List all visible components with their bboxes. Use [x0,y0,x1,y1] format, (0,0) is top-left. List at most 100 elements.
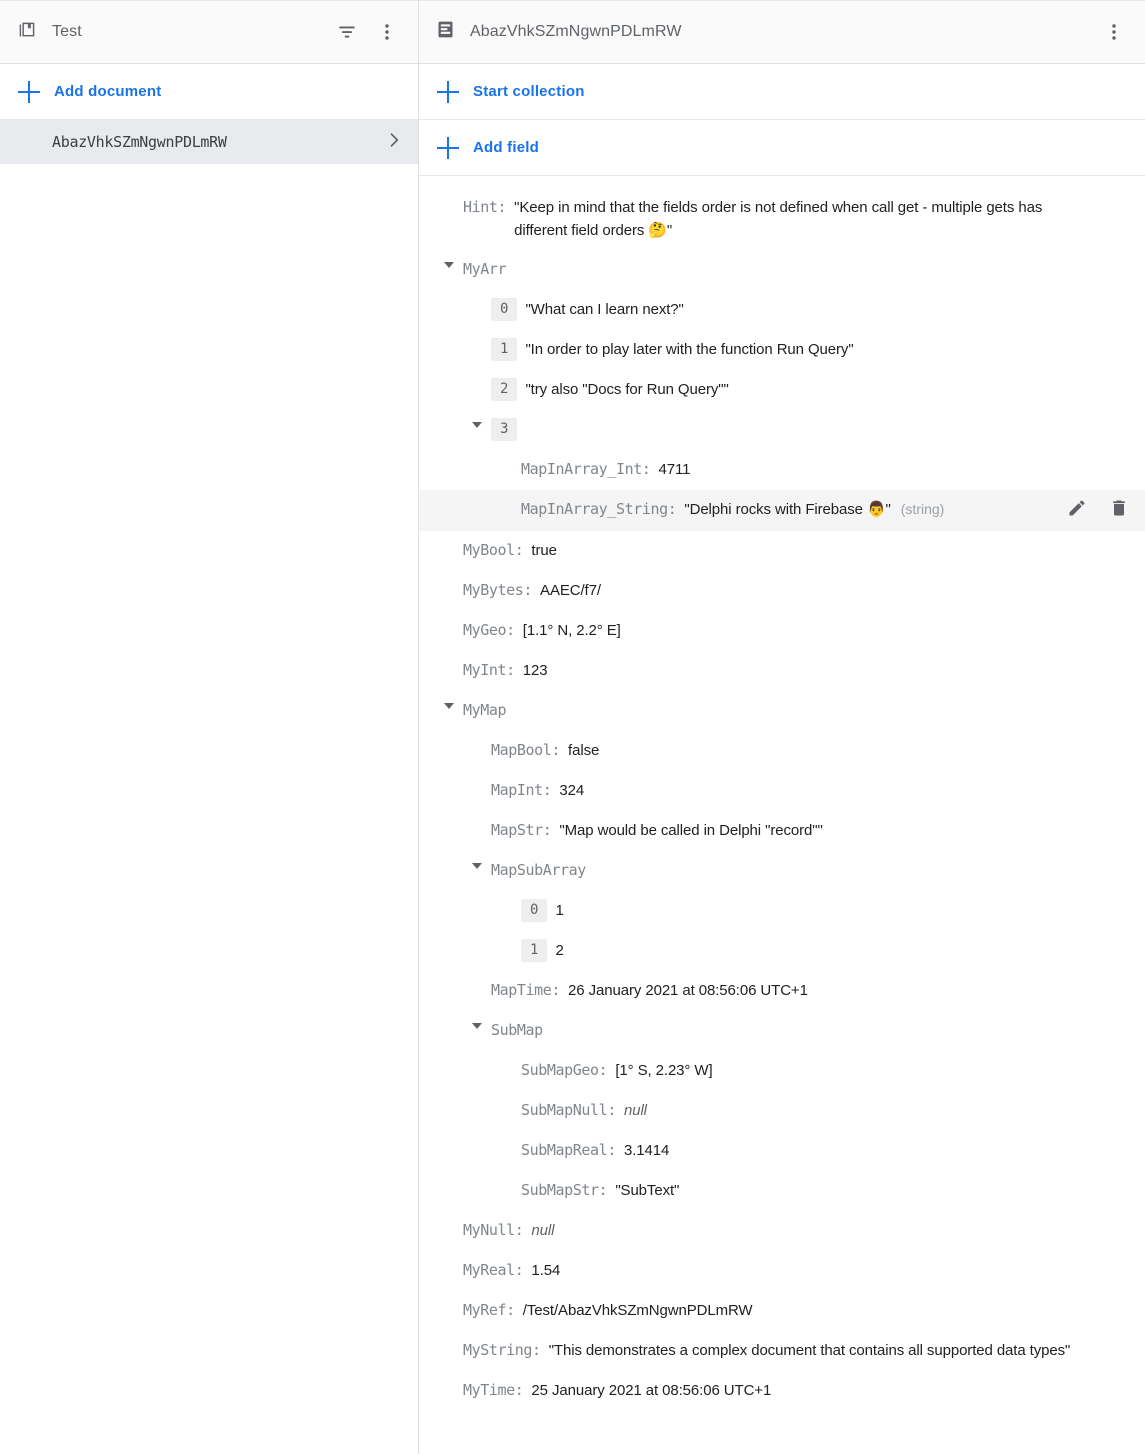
document-panel: AbazVhkSZmNgwnPDLmRW Start collection Ad… [419,0,1145,1454]
trash-icon[interactable] [1109,498,1129,523]
array-index-badge: 0 [491,298,518,321]
field-key: MapBool: [491,741,561,759]
field-key: MapInArray_String: [521,500,677,518]
field-row[interactable]: MyGeo: [1.1° N, 2.2° E] [419,611,1145,651]
start-collection-button[interactable]: Start collection [419,64,1145,120]
document-panel-header: AbazVhkSZmNgwnPDLmRW [419,0,1145,64]
field-row[interactable]: MyMap [419,691,1145,731]
expand-toggle-icon[interactable] [435,258,463,268]
field-row[interactable]: 12 [419,931,1145,971]
field-row[interactable]: Hint: "Keep in mind that the fields order… [419,188,1145,250]
field-row[interactable]: MyBool: true [419,531,1145,571]
collection-title: Test [52,23,82,40]
field-row[interactable]: MapInt: 324 [419,771,1145,811]
field-key: SubMapReal: [521,1141,616,1159]
field-value: true [531,542,557,559]
array-index-badge: 3 [491,418,518,441]
field-row[interactable]: SubMapNull: null [419,1091,1145,1131]
field-row[interactable]: SubMapStr: "SubText" [419,1171,1145,1211]
field-value: "This demonstrates a complex document th… [548,1342,1071,1359]
field-list: Hint: "Keep in mind that the fields order… [419,176,1145,1454]
collection-panel-header: Test [0,0,418,64]
field-type-label: (string) [900,501,945,517]
field-key: SubMapNull: [521,1101,616,1119]
field-key: MyArr [463,260,507,278]
expand-toggle-icon[interactable] [435,699,463,709]
field-value: 1 [555,902,564,919]
field-row[interactable]: MyRef: /Test/AbazVhkSZmNgwnPDLmRW [419,1291,1145,1331]
field-key: MapInt: [491,781,552,799]
collection-header-actions [330,15,404,49]
field-row[interactable]: MapBool: false [419,731,1145,771]
field-row[interactable]: 0 "What can I learn next?" [419,290,1145,330]
document-list-item[interactable]: AbazVhkSZmNgwnPDLmRW [0,120,418,164]
expand-toggle-icon[interactable] [463,1019,491,1029]
pencil-icon[interactable] [1067,498,1087,523]
field-row[interactable]: 3 [419,410,1145,450]
field-row[interactable]: 1 "In order to play later with the functi… [419,330,1145,370]
field-value: "In order to play later with the functio… [525,341,854,358]
field-row[interactable]: SubMap [419,1011,1145,1051]
field-key: MyMap [463,701,507,719]
field-value: 3.1414 [623,1142,670,1159]
field-row[interactable]: MyArr [419,250,1145,290]
field-row[interactable]: MapStr: "Map would be called in Delphi "r… [419,811,1145,851]
field-row[interactable]: 2 "try also "Docs for Run Query"" [419,370,1145,410]
field-key: MyReal: [463,1261,524,1279]
add-document-label: Add document [54,83,162,100]
field-value: [1.1° N, 2.2° E] [522,622,621,639]
document-icon [435,19,456,45]
field-row[interactable]: MyBytes: AAEC/f7/ [419,571,1145,611]
field-row[interactable]: MyString: "This demonstrates a complex do… [419,1331,1145,1371]
field-value: "Map would be called in Delphi "record"" [559,822,823,839]
field-value: "try also "Docs for Run Query"" [525,381,729,398]
field-key: MyGeo: [463,621,515,639]
add-field-button[interactable]: Add field [419,120,1145,176]
field-row[interactable]: SubMapReal: 3.1414 [419,1131,1145,1171]
field-row[interactable]: MapInArray_String: "Delphi rocks with Fir… [419,490,1145,531]
field-value: 25 January 2021 at 08:56:06 UTC+1 [531,1382,772,1399]
field-key: MapInArray_Int: [521,460,651,478]
array-index-badge: 1 [521,939,548,962]
field-row[interactable]: MapSubArray [419,851,1145,891]
field-row[interactable]: 01 [419,891,1145,931]
field-row[interactable]: MapInArray_Int: 4711 [419,450,1145,490]
field-key: SubMapGeo: [521,1061,608,1079]
expand-toggle-icon[interactable] [463,418,491,428]
field-value: 123 [522,662,548,679]
document-id: AbazVhkSZmNgwnPDLmRW [52,133,227,151]
filter-list-icon[interactable] [330,15,364,49]
field-row[interactable]: MyInt: 123 [419,651,1145,691]
field-key: MapStr: [491,821,552,839]
field-key: MyTime: [463,1381,524,1399]
array-index-badge: 1 [491,338,518,361]
firestore-data-viewer: Test Add document AbazVhkSZmNgwnPDLmRW A… [0,0,1145,1454]
field-key: MyString: [463,1341,541,1359]
chevron-right-icon [384,130,404,154]
field-value: null [623,1102,647,1119]
field-value: false [568,742,600,759]
field-value: 1.54 [531,1262,561,1279]
field-key: MyNull: [463,1221,524,1239]
collection-panel: Test Add document AbazVhkSZmNgwnPDLmRW [0,0,419,1454]
field-row[interactable]: SubMapGeo: [1° S, 2.23° W] [419,1051,1145,1091]
field-row[interactable]: MyTime: 25 January 2021 at 08:56:06 UTC+1 [419,1371,1145,1411]
add-document-button[interactable]: Add document [0,64,418,120]
add-field-label: Add field [473,139,539,156]
plus-icon [437,80,459,103]
field-value: [1° S, 2.23° W] [615,1062,713,1079]
more-vert-icon[interactable] [1097,15,1131,49]
field-value: 26 January 2021 at 08:56:06 UTC+1 [568,982,808,999]
field-row[interactable]: MyNull: null [419,1211,1145,1251]
array-index-badge: 0 [521,899,548,922]
plus-icon [18,80,40,103]
expand-toggle-icon[interactable] [463,859,491,869]
field-key: SubMapStr: [521,1181,608,1199]
more-vert-icon[interactable] [370,15,404,49]
field-value: /Test/AbazVhkSZmNgwnPDLmRW [522,1302,753,1319]
start-collection-label: Start collection [473,83,585,100]
array-index-badge: 2 [491,378,518,401]
field-row[interactable]: MyReal: 1.54 [419,1251,1145,1291]
field-row[interactable]: MapTime: 26 January 2021 at 08:56:06 UTC+… [419,971,1145,1011]
field-value: 2 [555,942,564,959]
